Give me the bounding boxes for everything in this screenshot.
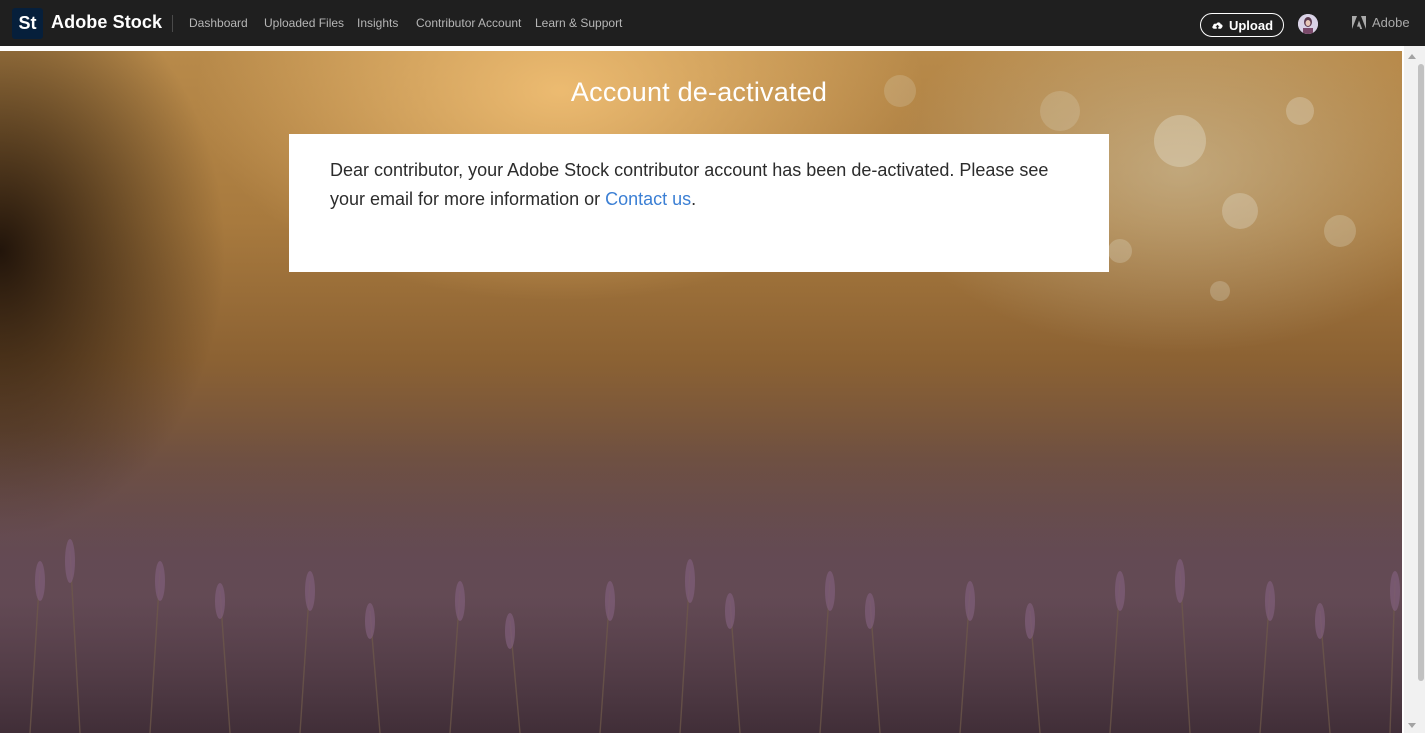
scrollbar-thumb[interactable] (1418, 64, 1424, 681)
nav-divider (172, 15, 173, 32)
deactivation-message: Dear contributor, your Adobe Stock contr… (330, 156, 1068, 214)
page-title: Account de-activated (570, 77, 828, 107)
upload-button[interactable]: Upload (1200, 13, 1284, 37)
adobe-label: Adobe (1372, 15, 1410, 30)
nav-learn-support[interactable]: Learn & Support (535, 16, 622, 30)
nav-dashboard[interactable]: Dashboard (189, 16, 248, 30)
contact-us-link[interactable]: Contact us (605, 189, 691, 209)
deactivation-message-card: Dear contributor, your Adobe Stock contr… (289, 134, 1109, 272)
scroll-up-arrow-icon[interactable] (1408, 54, 1416, 59)
adobe-stock-logo-badge[interactable]: St (12, 8, 43, 39)
upload-label: Upload (1228, 17, 1274, 33)
user-avatar[interactable] (1298, 14, 1318, 34)
message-period: . (691, 189, 697, 209)
top-navigation-bar: St Adobe Stock Dashboard Uploaded Files … (0, 0, 1425, 46)
adobe-logo-icon (1352, 16, 1366, 29)
brand-name[interactable]: Adobe Stock (51, 12, 162, 33)
nav-contributor-account[interactable]: Contributor Account (416, 16, 521, 30)
nav-insights[interactable]: Insights (357, 16, 398, 30)
scroll-down-arrow-icon[interactable] (1408, 723, 1416, 728)
nav-uploaded-files[interactable]: Uploaded Files (264, 16, 344, 30)
cloud-upload-icon (1212, 21, 1223, 30)
adobe-logo[interactable]: Adobe (1352, 15, 1410, 30)
